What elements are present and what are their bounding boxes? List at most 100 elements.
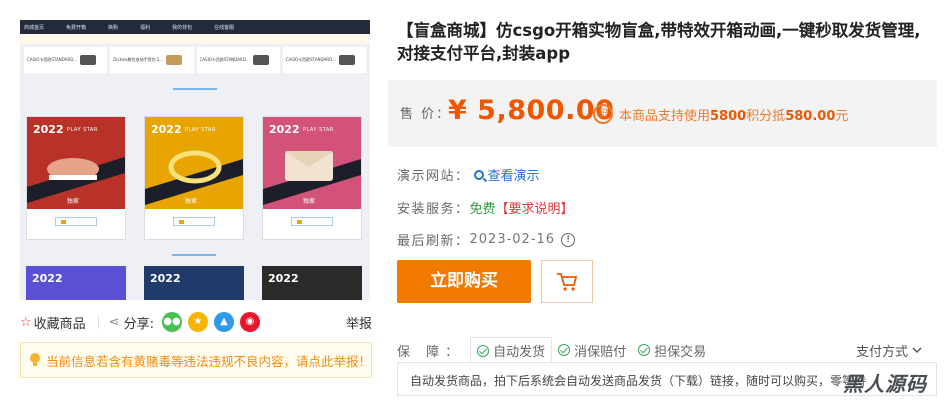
points-mid: 积分抵 — [746, 109, 786, 124]
preview-strip-item: CASIO卡西欧STANDARD... — [24, 47, 108, 73]
info-icon[interactable]: ! — [561, 232, 576, 247]
price-label: 售 价： — [400, 107, 452, 122]
preview-nav-item: 商城首页 — [24, 24, 45, 31]
preview-product-strip: CASIO卡西欧STANDARD... Dickies腋包收纳手提包 2... … — [20, 44, 370, 76]
price-value: ¥ 5,800.00 — [448, 95, 615, 126]
preview-blindbox-card: 独家 2022 PLAY STAR — [26, 116, 126, 240]
watch-icon — [252, 55, 269, 65]
share-icon: ⋖ — [108, 314, 120, 330]
preview-nav-item: 福利 — [140, 24, 151, 31]
preview-card-year: 2022 — [33, 123, 64, 136]
svg-text:独家: 独家 — [67, 197, 79, 205]
preview-blindbox-card: 2022 — [262, 266, 362, 300]
check-icon — [477, 344, 490, 357]
demo-label: 演示网站： — [397, 169, 470, 184]
refresh-label: 最后刷新： — [397, 234, 470, 249]
check-icon — [638, 344, 651, 356]
search-icon — [473, 169, 484, 180]
preview-blindbox-card: 2022 — [144, 266, 244, 300]
points-prefix: 本商品支持使用 — [619, 109, 711, 124]
cart-icon — [557, 272, 578, 291]
preview-card-year: 2022 — [151, 123, 182, 136]
check-icon — [558, 344, 571, 356]
preview-divider — [173, 88, 217, 90]
bag-icon — [166, 55, 183, 65]
share-bar: ☆ 收藏商品 ⋖ 分享: ●● ★ ▲ ◉ 举报 — [20, 310, 372, 334]
share-label: 分享: — [123, 316, 154, 332]
tab-auto-delivery[interactable]: 自动发货 — [470, 337, 553, 363]
refresh-date: 2023-02-16 — [469, 232, 556, 247]
install-free: 免费 — [469, 202, 496, 217]
points-amount: 580.00 — [785, 109, 836, 124]
svg-text:独家: 独家 — [185, 197, 197, 205]
wechat-share-icon[interactable]: ●● — [161, 312, 182, 332]
preview-card-year: 2022 — [268, 272, 299, 285]
preview-strip-item: Dickies腋包收纳手提包 2... — [110, 47, 194, 73]
preview-nav-item: 我的背包 — [172, 24, 193, 31]
preview-card-button — [173, 217, 215, 226]
preview-strip-text: Dickies腋包收纳手提包 2... — [113, 57, 164, 62]
preview-card-button — [291, 217, 333, 226]
payment-label: 支付方式 — [855, 344, 908, 360]
preview-blindbox-card: 独家 2022 PLAY STAR — [144, 116, 244, 240]
favorite-button[interactable]: 收藏商品 — [34, 313, 86, 332]
svg-text:独家: 独家 — [303, 197, 315, 205]
preview-card-year: 2022 — [150, 272, 181, 285]
lightbulb-icon — [29, 353, 40, 367]
preview-card-year: 2022 — [32, 272, 63, 285]
qzone-share-icon[interactable]: ★ — [187, 312, 208, 332]
points-value: 5800 — [710, 109, 747, 124]
payment-methods-dropdown[interactable]: 支付方式 — [856, 341, 922, 360]
preview-strip-text: CASIO卡西欧STANDARD... — [199, 57, 250, 62]
price-panel: 售 价： ¥ 5,800.00 积 本商品支持使用5800积分抵580.00元 — [388, 80, 937, 147]
add-to-cart-button[interactable] — [541, 260, 593, 303]
preview-card-row: 2022 2022 2022 — [26, 266, 366, 300]
install-label: 安装服务： — [397, 202, 470, 217]
weibo-share-icon[interactable]: ◉ — [239, 312, 260, 332]
buy-now-button[interactable]: 立即购买 — [397, 260, 531, 303]
refresh-row: 最后刷新： 2023-02-16 ! — [397, 230, 576, 249]
warning-text[interactable]: 当前信息若含有黄赌毒等违法违规不良内容，请点此举报！ — [46, 351, 371, 370]
report-link[interactable]: 举报 — [346, 313, 372, 332]
install-requirement-link[interactable]: 【要求说明】 — [496, 198, 574, 217]
divider — [97, 315, 99, 329]
preview-nav-item: 换购 — [108, 24, 119, 31]
view-demo-link[interactable]: 查看演示 — [488, 165, 540, 184]
points-icon: 积 — [593, 104, 613, 124]
tab-escrow-trade[interactable]: 担保交易 — [632, 337, 712, 363]
product-preview-image[interactable]: 商城首页 免费开箱 换购 福利 我的背包 在线客服 CASIO卡西欧STANDA… — [20, 20, 370, 300]
points-suffix: 元 — [835, 109, 849, 124]
points-info: 本商品支持使用5800积分抵580.00元 — [619, 105, 848, 124]
preview-nav-item: 在线客服 — [214, 24, 235, 31]
watch-icon — [338, 55, 355, 65]
guarantee-label: 保 障： — [397, 344, 465, 360]
demo-row: 演示网站： 查看演示 — [397, 165, 540, 184]
guarantee-bar: 保 障： 自动发货 消保赔付 担保交易 支付方式 — [397, 337, 922, 363]
preview-card-tag: PLAY STAR — [185, 127, 216, 133]
preview-card-year: 2022 — [269, 123, 300, 136]
preview-blindbox-card: 独家 2022 PLAY STAR — [262, 116, 362, 240]
preview-nav-item: 免费开箱 — [66, 24, 87, 31]
preview-strip-text: CASIO卡西欧STANDARD... — [27, 57, 78, 62]
product-title: 【盲盒商城】仿csgo开箱实物盲盒,带特效开箱动画,一键秒取发货管理,对接支付平… — [397, 21, 921, 63]
preview-card-button — [55, 217, 97, 226]
preview-strip-item: CASIO卡西欧STANDARD... — [282, 47, 366, 73]
watermark: 黑人源码 — [843, 372, 927, 396]
preview-card-tag: PLAY STAR — [303, 127, 334, 133]
tab-label: 自动发货 — [493, 345, 546, 360]
watch-icon — [80, 55, 97, 65]
install-row: 安装服务： 免费 【要求说明】 — [397, 198, 574, 217]
report-warning-banner[interactable]: 当前信息若含有黄赌毒等违法违规不良内容，请点此举报！ — [20, 342, 372, 378]
preview-divider — [172, 254, 216, 256]
tab-consumer-protection[interactable]: 消保赔付 — [552, 337, 632, 363]
tab-label: 担保交易 — [654, 344, 707, 360]
preview-notice-bar — [20, 34, 370, 44]
qq-share-icon[interactable]: ▲ — [213, 312, 234, 332]
preview-blindbox-card: 2022 — [26, 266, 126, 300]
preview-strip-item: CASIO卡西欧STANDARD... — [196, 47, 280, 73]
preview-card-row: 独家 2022 PLAY STAR 独家 2022 PLAY STAR 独家 2… — [26, 116, 366, 240]
chevron-down-icon — [912, 347, 922, 354]
tab-label: 消保赔付 — [574, 344, 627, 360]
preview-strip-text: CASIO卡西欧STANDARD... — [285, 57, 336, 62]
star-icon[interactable]: ☆ — [20, 315, 32, 330]
